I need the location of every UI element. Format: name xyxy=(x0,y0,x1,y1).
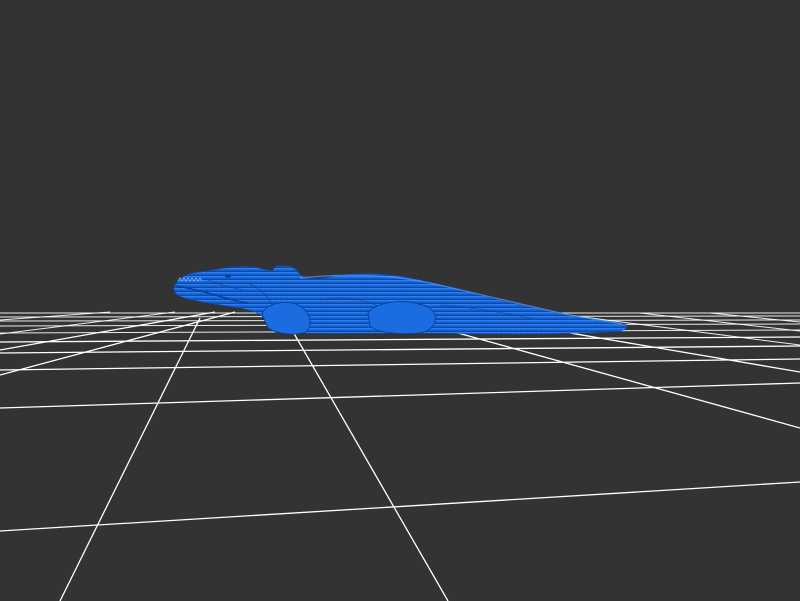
grid-line xyxy=(291,329,449,601)
scene-canvas[interactable] xyxy=(0,0,800,601)
model-eye xyxy=(225,274,231,278)
model-hip xyxy=(367,301,436,335)
3d-viewport[interactable] xyxy=(0,0,800,601)
grid-line xyxy=(0,311,176,335)
grid-line xyxy=(0,481,800,532)
grid-line xyxy=(0,382,800,409)
grid-line xyxy=(403,317,800,429)
grid-line xyxy=(0,358,800,371)
grid-line xyxy=(59,317,201,601)
grid-line xyxy=(0,336,800,343)
dinosaur-model[interactable] xyxy=(173,265,628,335)
grid-line xyxy=(709,312,800,323)
ground-grid xyxy=(0,311,800,601)
